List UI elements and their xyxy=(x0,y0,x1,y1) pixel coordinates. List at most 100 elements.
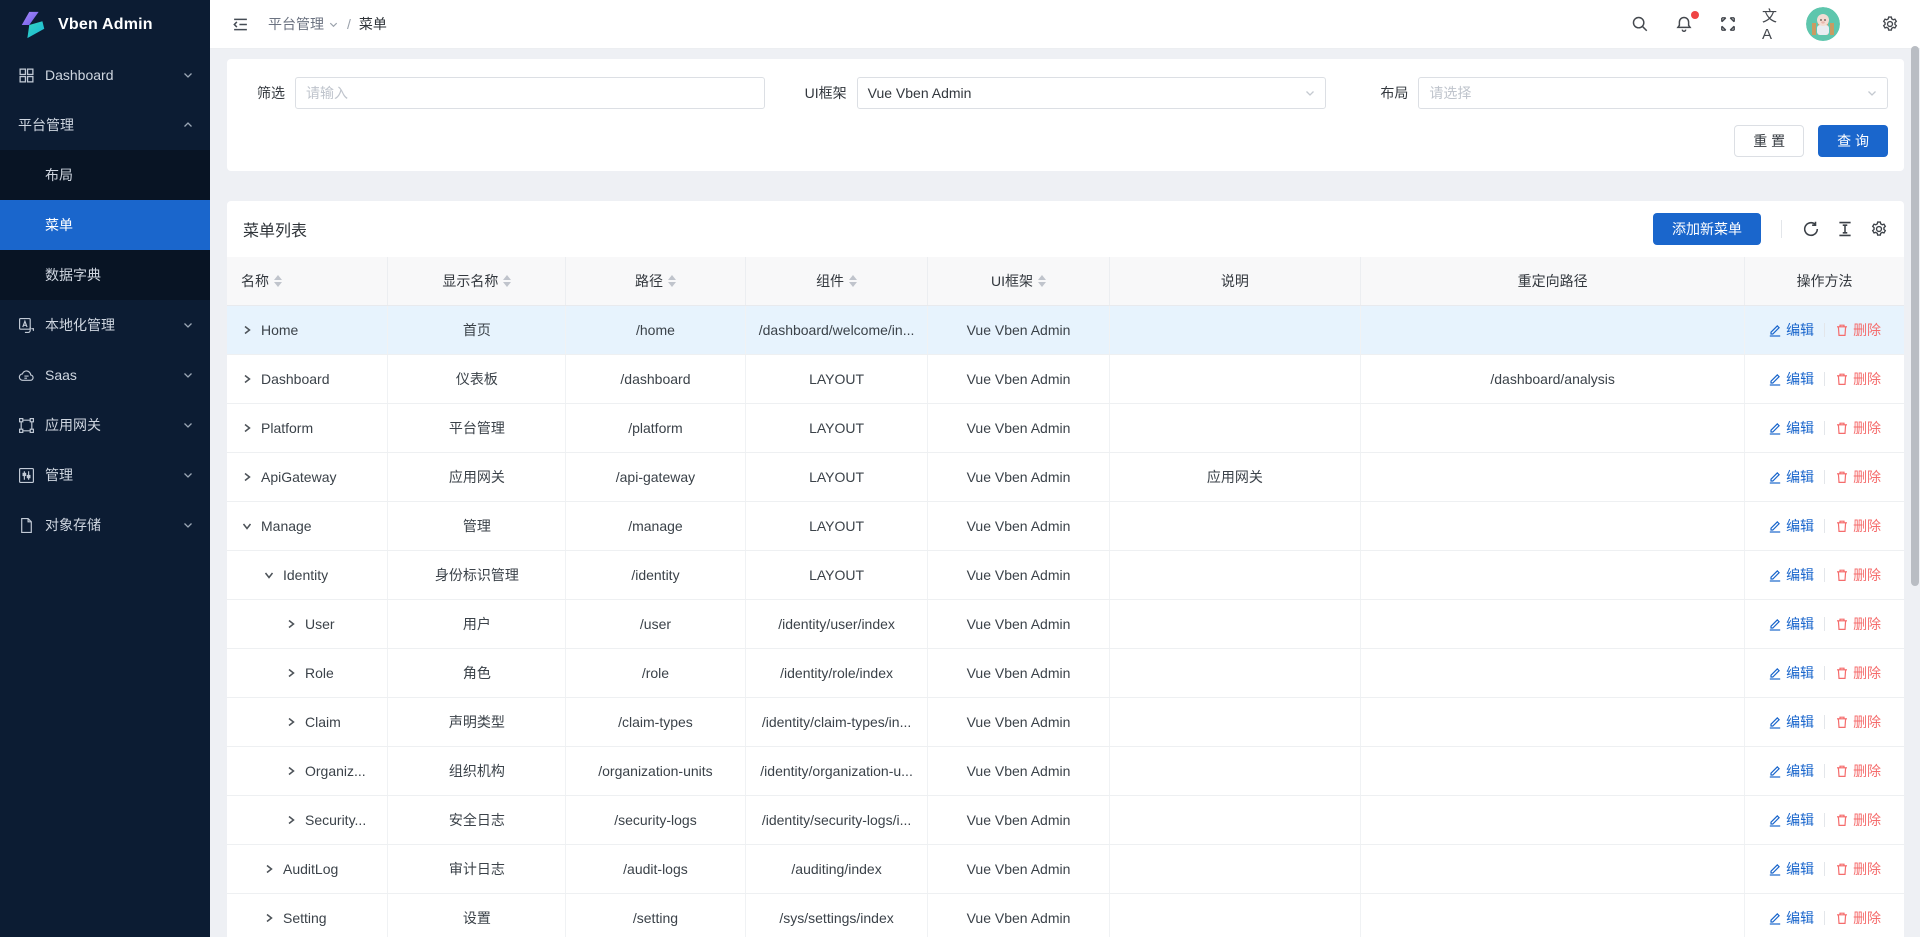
edit-button[interactable]: 编辑 xyxy=(1768,467,1814,487)
top-header: 平台管理 / 菜单 文A xyxy=(210,0,1920,49)
reset-button[interactable]: 重 置 xyxy=(1734,125,1804,157)
sort-caret-icon[interactable] xyxy=(849,275,857,287)
table-row-Claim[interactable]: Claim 声明类型 /claim-types /identity/claim-… xyxy=(227,697,1904,746)
column-header-显示名称[interactable]: 显示名称 xyxy=(388,257,566,305)
tree-expand-icon[interactable] xyxy=(285,765,297,777)
edit-button[interactable]: 编辑 xyxy=(1768,810,1814,830)
table-row-AuditLog[interactable]: AuditLog 审计日志 /audit-logs /auditing/inde… xyxy=(227,844,1904,893)
window-scrollbar-thumb[interactable] xyxy=(1911,46,1919,586)
tree-expand-icon[interactable] xyxy=(285,667,297,679)
layout-select[interactable]: 请选择 xyxy=(1418,77,1888,109)
cell-name: Home xyxy=(227,305,388,354)
ui-framework-select[interactable]: Vue Vben Admin xyxy=(857,77,1327,109)
table-row-ApiGateway[interactable]: ApiGateway 应用网关 /api-gateway LAYOUT Vue … xyxy=(227,452,1904,501)
table-row-Security[interactable]: Security... 安全日志 /security-logs /identit… xyxy=(227,795,1904,844)
table-row-Platform[interactable]: Platform 平台管理 /platform LAYOUT Vue Vben … xyxy=(227,403,1904,452)
breadcrumb-item-platform[interactable]: 平台管理 xyxy=(268,14,339,34)
column-header-UI框架[interactable]: UI框架 xyxy=(928,257,1109,305)
sidebar-subitem-数据字典[interactable]: 数据字典 xyxy=(0,250,210,300)
edit-button[interactable]: 编辑 xyxy=(1768,614,1814,634)
tree-expand-icon[interactable] xyxy=(263,912,275,924)
sidebar-item-管理[interactable]: 管理 xyxy=(0,450,210,500)
menu-fold-icon[interactable] xyxy=(226,10,254,38)
fullscreen-icon[interactable] xyxy=(1718,14,1738,34)
tree-expand-icon[interactable] xyxy=(285,716,297,728)
column-header-重定向路径[interactable]: 重定向路径 xyxy=(1361,257,1745,305)
tree-expand-icon[interactable] xyxy=(241,471,253,483)
tree-expand-icon[interactable] xyxy=(285,814,297,826)
delete-button[interactable]: 删除 xyxy=(1835,516,1881,536)
tree-expand-icon[interactable] xyxy=(285,618,297,630)
delete-label: 删除 xyxy=(1853,614,1881,634)
column-header-说明[interactable]: 说明 xyxy=(1109,257,1361,305)
gear-icon[interactable] xyxy=(1880,14,1900,34)
sidebar-item-本地化管理[interactable]: 本地化管理 xyxy=(0,300,210,350)
sidebar-item-应用网关[interactable]: 应用网关 xyxy=(0,400,210,450)
delete-button[interactable]: 删除 xyxy=(1835,712,1881,732)
edit-button[interactable]: 编辑 xyxy=(1768,712,1814,732)
tree-expand-icon[interactable] xyxy=(263,863,275,875)
avatar[interactable] xyxy=(1806,7,1840,41)
edit-button[interactable]: 编辑 xyxy=(1768,418,1814,438)
delete-button[interactable]: 删除 xyxy=(1835,467,1881,487)
table-row-Manage[interactable]: Manage 管理 /manage LAYOUT Vue Vben Admin … xyxy=(227,501,1904,550)
delete-button[interactable]: 删除 xyxy=(1835,320,1881,340)
delete-button[interactable]: 删除 xyxy=(1835,418,1881,438)
notification-bell-icon[interactable] xyxy=(1674,14,1694,34)
gear-icon[interactable] xyxy=(1870,220,1888,238)
delete-button[interactable]: 删除 xyxy=(1835,908,1881,928)
action-divider xyxy=(1824,372,1825,386)
edit-button[interactable]: 编辑 xyxy=(1768,908,1814,928)
edit-button[interactable]: 编辑 xyxy=(1768,859,1814,879)
cell-redirect xyxy=(1361,648,1745,697)
edit-button[interactable]: 编辑 xyxy=(1768,369,1814,389)
sort-caret-icon[interactable] xyxy=(503,275,511,287)
sort-caret-icon[interactable] xyxy=(1038,275,1046,287)
delete-button[interactable]: 删除 xyxy=(1835,663,1881,683)
delete-button[interactable]: 删除 xyxy=(1835,859,1881,879)
add-menu-button[interactable]: 添加新菜单 xyxy=(1653,213,1761,245)
sidebar-item-平台管理[interactable]: 平台管理 xyxy=(0,100,210,150)
search-icon[interactable] xyxy=(1630,14,1650,34)
app-logo[interactable]: Vben Admin xyxy=(0,0,210,50)
column-header-路径[interactable]: 路径 xyxy=(566,257,745,305)
column-header-名称[interactable]: 名称 xyxy=(227,257,388,305)
table-row-Identity[interactable]: Identity 身份标识管理 /identity LAYOUT Vue Vbe… xyxy=(227,550,1904,599)
delete-button[interactable]: 删除 xyxy=(1835,810,1881,830)
sidebar-subitem-布局[interactable]: 布局 xyxy=(0,150,210,200)
delete-button[interactable]: 删除 xyxy=(1835,369,1881,389)
table-row-Role[interactable]: Role 角色 /role /identity/role/index Vue V… xyxy=(227,648,1904,697)
tree-expand-icon[interactable] xyxy=(241,324,253,336)
table-row-Dashboard[interactable]: Dashboard 仪表板 /dashboard LAYOUT Vue Vben… xyxy=(227,354,1904,403)
column-header-组件[interactable]: 组件 xyxy=(745,257,928,305)
table-row-Home[interactable]: Home 首页 /home /dashboard/welcome/in... V… xyxy=(227,305,1904,354)
tree-collapse-icon[interactable] xyxy=(241,520,253,532)
edit-button[interactable]: 编辑 xyxy=(1768,761,1814,781)
sort-caret-icon[interactable] xyxy=(668,275,676,287)
sidebar-item-对象存储[interactable]: 对象存储 xyxy=(0,500,210,550)
table-row-Setting[interactable]: Setting 设置 /setting /sys/settings/index … xyxy=(227,893,1904,937)
tree-collapse-icon[interactable] xyxy=(263,569,275,581)
column-header-操作方法[interactable]: 操作方法 xyxy=(1745,257,1904,305)
delete-button[interactable]: 删除 xyxy=(1835,565,1881,585)
delete-button[interactable]: 删除 xyxy=(1835,761,1881,781)
translate-icon[interactable]: 文A xyxy=(1762,14,1782,34)
row-name: Manage xyxy=(261,518,312,534)
filter-input[interactable] xyxy=(295,77,765,109)
refresh-icon[interactable] xyxy=(1802,220,1820,238)
sidebar-item-saas[interactable]: Saas xyxy=(0,350,210,400)
row-height-icon[interactable] xyxy=(1836,220,1854,238)
edit-button[interactable]: 编辑 xyxy=(1768,320,1814,340)
table-row-User[interactable]: User 用户 /user /identity/user/index Vue V… xyxy=(227,599,1904,648)
table-row-Organiz[interactable]: Organiz... 组织机构 /organization-units /ide… xyxy=(227,746,1904,795)
edit-button[interactable]: 编辑 xyxy=(1768,565,1814,585)
tree-expand-icon[interactable] xyxy=(241,422,253,434)
edit-button[interactable]: 编辑 xyxy=(1768,516,1814,536)
delete-button[interactable]: 删除 xyxy=(1835,614,1881,634)
sidebar-subitem-菜单[interactable]: 菜单 xyxy=(0,200,210,250)
edit-button[interactable]: 编辑 xyxy=(1768,663,1814,683)
tree-expand-icon[interactable] xyxy=(241,373,253,385)
sidebar-item-dashboard[interactable]: Dashboard xyxy=(0,50,210,100)
query-button[interactable]: 查 询 xyxy=(1818,125,1888,157)
sort-caret-icon[interactable] xyxy=(274,275,282,287)
